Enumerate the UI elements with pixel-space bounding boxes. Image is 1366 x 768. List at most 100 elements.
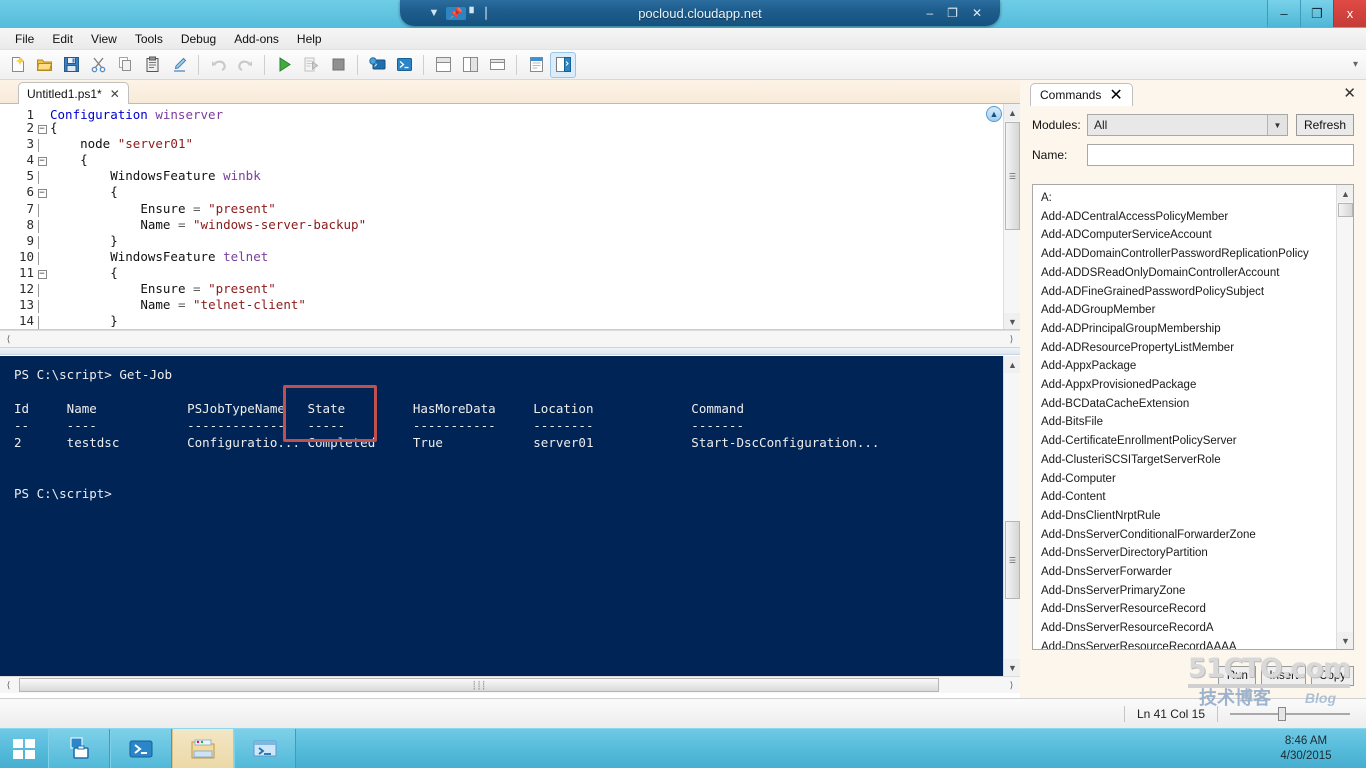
list-item[interactable]: Add-ADResourcePropertyListMember xyxy=(1041,339,1336,358)
taskbar-file-explorer[interactable] xyxy=(172,729,234,768)
console-pane[interactable]: PS C:\script> Get-Job Id Name PSJobTypeN… xyxy=(0,356,1020,676)
new-script-icon[interactable] xyxy=(4,52,30,78)
list-item[interactable]: Add-DnsServerResourceRecordAAAA xyxy=(1041,638,1336,649)
list-item[interactable]: Add-DnsServerResourceRecordA xyxy=(1041,619,1336,638)
menu-help[interactable]: Help xyxy=(288,29,331,49)
layout-top-icon[interactable] xyxy=(430,52,456,78)
list-item[interactable]: Add-ADDomainControllerPasswordReplicatio… xyxy=(1041,245,1336,264)
new-remote-tab-icon[interactable] xyxy=(364,52,390,78)
scroll-down-icon[interactable]: ▼ xyxy=(1004,313,1020,329)
clear-console-icon[interactable] xyxy=(166,52,192,78)
list-item[interactable]: Add-AppxPackage xyxy=(1041,357,1336,376)
refresh-button[interactable]: Refresh xyxy=(1295,114,1354,136)
paste-icon[interactable] xyxy=(139,52,165,78)
connection-minimize-button[interactable]: – xyxy=(926,6,933,20)
fold-marker-icon[interactable]: − xyxy=(34,188,50,201)
pane-splitter[interactable] xyxy=(0,347,1020,355)
modules-select[interactable]: All ▼ xyxy=(1087,114,1288,136)
chevron-down-icon[interactable]: ▼ xyxy=(1266,115,1287,135)
list-item[interactable]: Add-ADGroupMember xyxy=(1041,301,1336,320)
script-code[interactable]: 1 Configuration winserver 2−{3 node "serve… xyxy=(0,108,366,329)
scroll-up-icon[interactable]: ▲ xyxy=(1004,104,1020,121)
run-script-icon[interactable] xyxy=(271,52,297,78)
copy-icon[interactable] xyxy=(112,52,138,78)
run-selection-icon[interactable] xyxy=(298,52,324,78)
layout-right-icon[interactable] xyxy=(457,52,483,78)
stop-operation-icon[interactable] xyxy=(325,52,351,78)
connection-restore-button[interactable]: ❐ xyxy=(947,6,958,20)
menu-add-ons[interactable]: Add-ons xyxy=(225,29,288,49)
taskbar-powershell-ise[interactable] xyxy=(234,729,296,768)
list-item[interactable]: Add-Content xyxy=(1041,488,1336,507)
close-icon[interactable]: ✕ xyxy=(110,87,120,101)
fold-marker-icon[interactable]: − xyxy=(34,269,50,282)
toolbar-overflow-button[interactable]: ▾ xyxy=(1353,59,1362,70)
list-item[interactable]: Add-ADFineGrainedPasswordPolicySubject xyxy=(1041,283,1336,302)
menu-tools[interactable]: Tools xyxy=(126,29,172,49)
redo-icon[interactable] xyxy=(232,52,258,78)
list-item[interactable]: Add-CertificateEnrollmentPolicyServer xyxy=(1041,432,1336,451)
show-script-pane-icon[interactable] xyxy=(523,52,549,78)
show-commands-pane-icon[interactable] xyxy=(550,51,576,78)
scroll-left-icon[interactable]: ⟨ xyxy=(0,677,17,694)
commands-scroll-thumb[interactable] xyxy=(1338,203,1353,217)
save-icon[interactable] xyxy=(58,52,84,78)
commands-list-items[interactable]: A: Add-ADCentralAccessPolicyMember Add-ADC… xyxy=(1033,185,1336,649)
console-scroll-thumb[interactable]: ☰ xyxy=(1005,521,1020,599)
taskbar-powershell[interactable] xyxy=(110,729,172,768)
collapse-pane-chevron-icon[interactable]: ▲ xyxy=(986,106,1002,122)
console-hscroll-thumb[interactable]: ┊┊┊ xyxy=(19,678,939,692)
taskbar-clock[interactable]: 8:46 AM 4/30/2015 xyxy=(1246,729,1366,768)
list-item[interactable]: Add-ADPrincipalGroupMembership xyxy=(1041,320,1336,339)
menu-debug[interactable]: Debug xyxy=(172,29,225,49)
console-horizontal-scrollbar[interactable]: ⟨ ┊┊┊ ⟩ xyxy=(0,676,1020,693)
list-item[interactable]: Add-DnsClientNrptRule xyxy=(1041,507,1336,526)
menu-edit[interactable]: Edit xyxy=(43,29,82,49)
editor-scroll-thumb[interactable]: ☰ xyxy=(1005,122,1020,230)
commands-list[interactable]: A: Add-ADCentralAccessPolicyMember Add-ADC… xyxy=(1032,184,1354,650)
layout-max-icon[interactable] xyxy=(484,52,510,78)
tab-commands[interactable]: Commands ✕ xyxy=(1030,83,1133,106)
console-vertical-scrollbar[interactable]: ▲ ☰ ▼ xyxy=(1003,356,1020,676)
start-button[interactable] xyxy=(0,729,48,768)
list-item[interactable]: Add-ClusteriSCSITargetServerRole xyxy=(1041,451,1336,470)
editor-horizontal-scrollbar[interactable]: ⟨ ⟩ xyxy=(0,330,1020,347)
scroll-right-icon[interactable]: ⟩ xyxy=(1003,331,1020,348)
list-item[interactable]: Add-DnsServerDirectoryPartition xyxy=(1041,544,1336,563)
list-item[interactable]: Add-ADComputerServiceAccount xyxy=(1041,226,1336,245)
list-item[interactable]: Add-Computer xyxy=(1041,470,1336,489)
list-item[interactable]: Add-DnsServerPrimaryZone xyxy=(1041,582,1336,601)
list-item[interactable]: Add-DnsServerResourceRecord xyxy=(1041,600,1336,619)
editor-hscroll-track[interactable] xyxy=(17,331,1003,347)
taskbar-server-manager[interactable] xyxy=(48,729,110,768)
scroll-down-icon[interactable]: ▼ xyxy=(1004,659,1020,676)
close-icon[interactable]: ✕ xyxy=(1109,85,1122,105)
start-powershell-icon[interactable] xyxy=(391,52,417,78)
open-script-icon[interactable] xyxy=(31,52,57,78)
console-hscroll-track[interactable]: ┊┊┊ xyxy=(17,677,1003,693)
list-item[interactable]: Add-DnsServerForwarder xyxy=(1041,563,1336,582)
cut-icon[interactable] xyxy=(85,52,111,78)
script-editor[interactable]: 1 Configuration winserver 2−{3 node "serve… xyxy=(0,104,1020,330)
list-item[interactable]: Add-ADCentralAccessPolicyMember xyxy=(1041,208,1336,227)
list-item[interactable]: Add-AppxProvisionedPackage xyxy=(1041,376,1336,395)
list-item[interactable]: Add-BitsFile xyxy=(1041,413,1336,432)
fold-marker-icon[interactable]: − xyxy=(34,156,50,169)
menu-view[interactable]: View xyxy=(82,29,126,49)
scroll-left-icon[interactable]: ⟨ xyxy=(0,331,17,348)
list-item[interactable]: Add-ADDSReadOnlyDomainControllerAccount xyxy=(1041,264,1336,283)
zoom-thumb[interactable] xyxy=(1278,706,1286,721)
list-item[interactable]: Add-DnsServerConditionalForwarderZone xyxy=(1041,526,1336,545)
menu-file[interactable]: File xyxy=(6,29,43,49)
scroll-up-icon[interactable]: ▲ xyxy=(1004,356,1020,373)
list-item[interactable]: Add-BCDataCacheExtension xyxy=(1041,395,1336,414)
scroll-down-icon[interactable]: ▼ xyxy=(1337,632,1353,649)
chevron-down-icon[interactable]: ▼ xyxy=(424,7,444,19)
scroll-up-icon[interactable]: ▲ xyxy=(1337,185,1353,202)
connection-close-button[interactable]: ✕ xyxy=(972,6,982,20)
commands-list-scrollbar[interactable]: ▲ ▼ xyxy=(1336,185,1353,649)
editor-vertical-scrollbar[interactable]: ▲ ☰ ▼ xyxy=(1003,104,1020,329)
scroll-right-icon[interactable]: ⟩ xyxy=(1003,677,1020,694)
close-commands-pane-icon[interactable]: ✕ xyxy=(1343,84,1356,102)
name-search-input[interactable] xyxy=(1087,144,1354,166)
